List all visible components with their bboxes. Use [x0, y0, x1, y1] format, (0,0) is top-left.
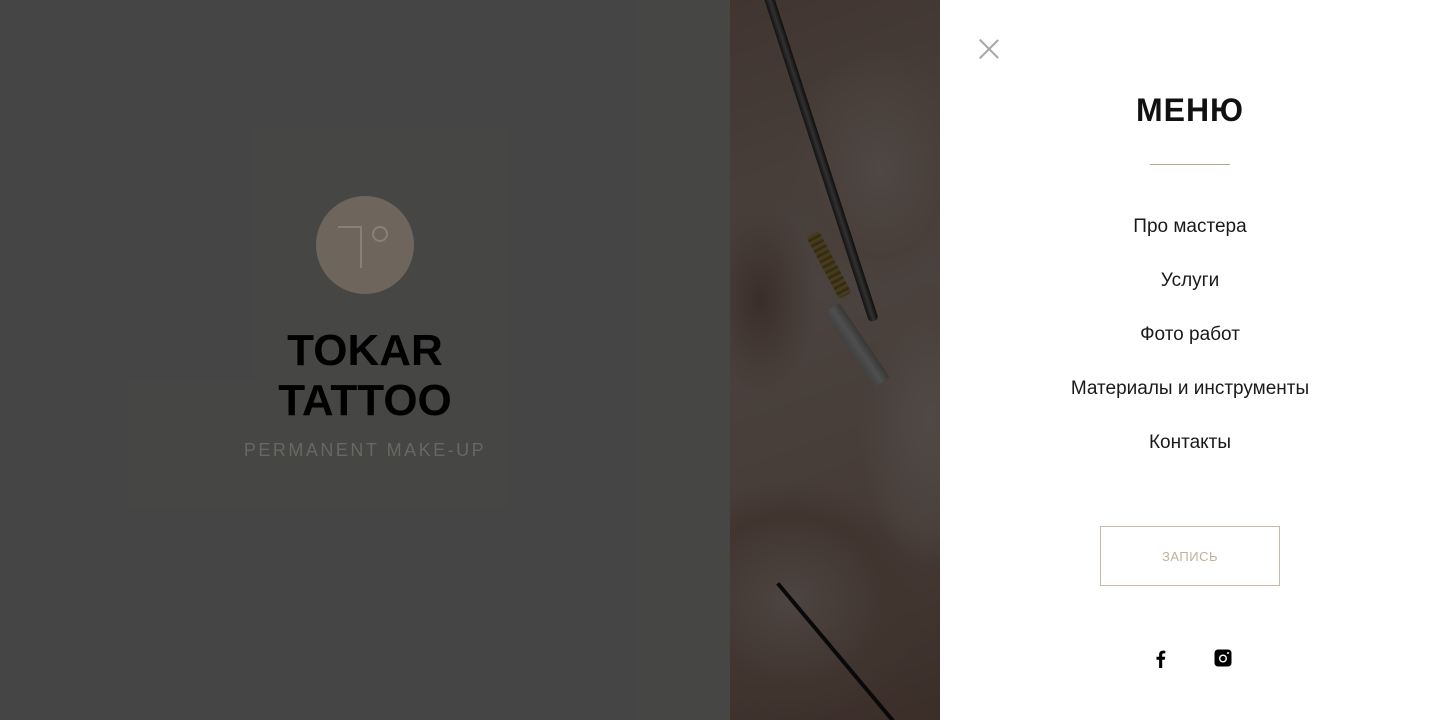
logo-mark-o — [372, 226, 388, 242]
menu-item-about[interactable]: Про мастера — [940, 212, 1440, 266]
menu-list: Про мастера Услуги Фото работ Материалы … — [940, 212, 1440, 482]
menu-item-contacts[interactable]: Контакты — [940, 428, 1440, 482]
logo-mark-t — [338, 226, 362, 268]
instagram-icon[interactable] — [1213, 648, 1233, 668]
brand-subtitle: PERMANENT MAKE-UP — [243, 440, 487, 460]
menu-item-gallery[interactable]: Фото работ — [940, 320, 1440, 374]
menu-divider — [1150, 164, 1230, 165]
menu-title: МЕНЮ — [1135, 92, 1245, 128]
brand-title: TOKAR TATTOO — [278, 326, 452, 425]
menu-panel: МЕНЮ Про мастера Услуги Фото работ Матер… — [940, 0, 1440, 720]
booking-button[interactable]: ЗАПИСЬ — [1100, 526, 1280, 586]
menu-item-materials[interactable]: Материалы и инструменты — [940, 374, 1440, 428]
facebook-icon[interactable] — [1151, 648, 1171, 668]
logo-mark — [316, 196, 414, 294]
close-icon[interactable] — [978, 38, 1000, 60]
menu-item-services[interactable]: Услуги — [940, 266, 1440, 320]
brand-logo: TOKAR TATTOO PERMANENT MAKE-UP — [200, 196, 530, 461]
